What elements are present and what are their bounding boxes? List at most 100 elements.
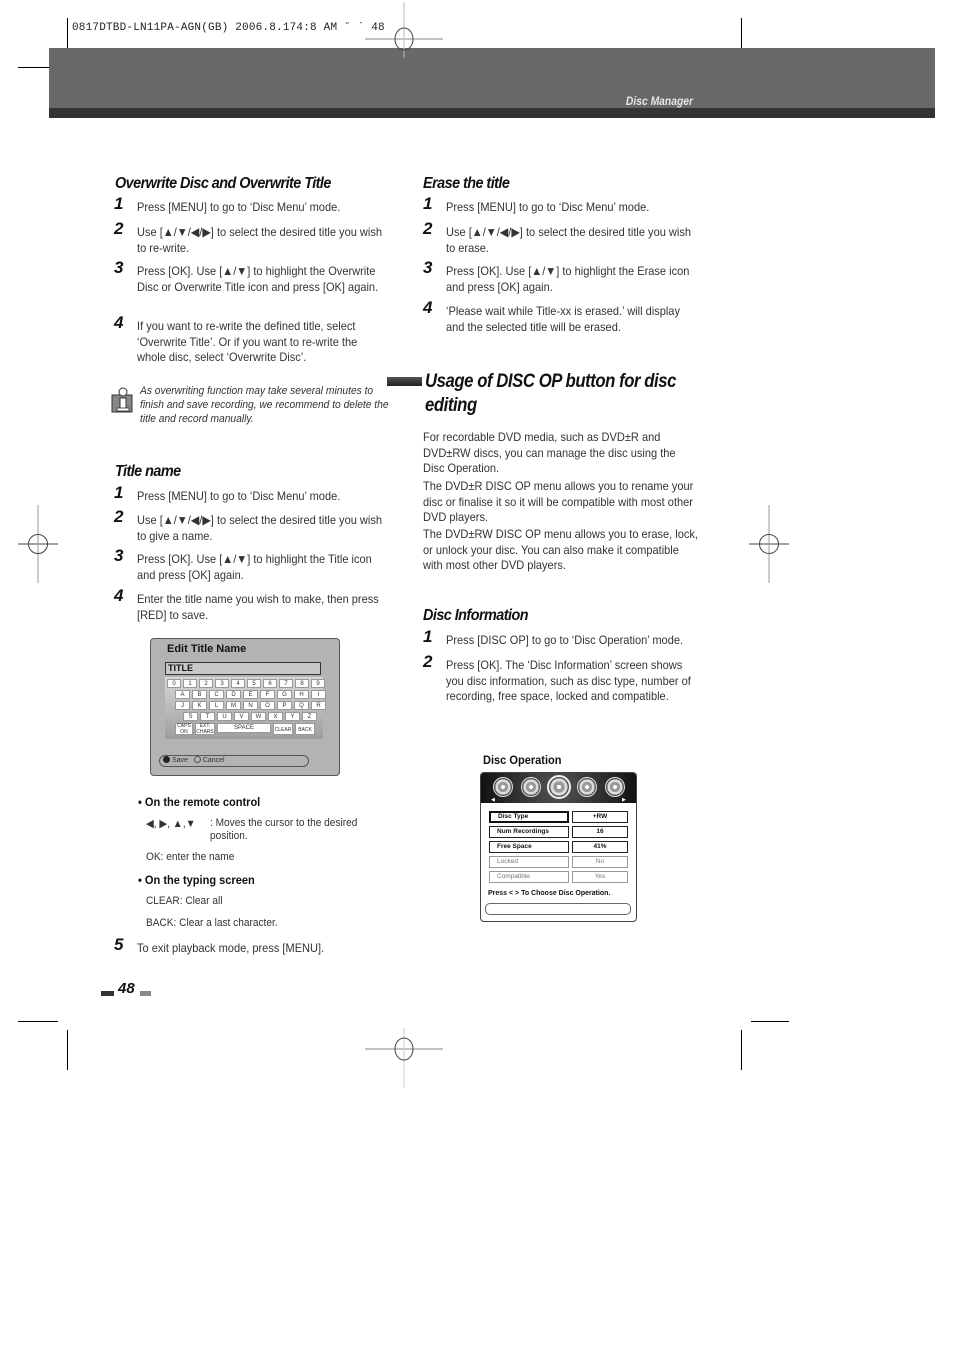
key-back[interactable]: BACK xyxy=(295,723,315,735)
edit-title-name-screen: Edit Title Name TITLE 0123456789 ABCDEFG… xyxy=(150,638,340,776)
screen-footer: Save Cancel xyxy=(159,755,309,767)
key-y[interactable]: Y xyxy=(285,712,300,721)
key-3[interactable]: 3 xyxy=(215,679,229,688)
key-g[interactable]: G xyxy=(277,690,292,699)
key-ext-chars[interactable]: EXT. CHARS xyxy=(195,723,215,735)
key-d[interactable]: D xyxy=(226,690,241,699)
paragraph: For recordable DVD media, such as DVD±R … xyxy=(423,430,713,477)
scroll-left-icon[interactable]: ◀ xyxy=(491,797,495,803)
key-w[interactable]: W xyxy=(251,712,266,721)
keyboard-row: CAPS ON EXT. CHARS SPACE CLEAR BACK xyxy=(175,723,315,735)
row-value: 41% xyxy=(572,841,628,853)
step-text: Press [MENU] to go to ‘Disc Menu’ mode. xyxy=(137,489,341,503)
disc-info-icon[interactable] xyxy=(547,775,571,799)
registration-mark-icon xyxy=(18,505,58,583)
typing-clear-desc: CLEAR: Clear all xyxy=(146,895,223,907)
disc-lock-icon[interactable] xyxy=(577,777,597,797)
key-o[interactable]: O xyxy=(260,701,275,710)
step-item: 1 Press [DISC OP] to go to ‘Disc Operatio… xyxy=(423,628,696,649)
key-j[interactable]: J xyxy=(175,701,190,710)
step-text: Enter the title name you wish to make, t… xyxy=(137,592,379,622)
step-item: 1 Press [MENU] to go to ‘Disc Menu’ mode. xyxy=(114,484,387,505)
key-u[interactable]: U xyxy=(217,712,232,721)
table-row: Compatible Yes xyxy=(489,871,629,883)
page-number-bar xyxy=(101,991,114,996)
key-h[interactable]: H xyxy=(294,690,309,699)
row-key: Locked xyxy=(489,856,569,868)
section-title: Disc Manager xyxy=(625,94,693,108)
key-a[interactable]: A xyxy=(175,690,190,699)
key-l[interactable]: L xyxy=(209,701,224,710)
step-text: Use [▲/▼/◀/▶] to select the desired titl… xyxy=(137,513,383,543)
key-i[interactable]: I xyxy=(311,690,326,699)
save-label[interactable]: Save xyxy=(172,757,188,764)
key-clear[interactable]: CLEAR xyxy=(273,723,293,735)
crop-mark xyxy=(18,1021,58,1022)
heading-bar xyxy=(387,377,422,386)
key-k[interactable]: K xyxy=(192,701,207,710)
key-s[interactable]: S xyxy=(183,712,198,721)
key-6[interactable]: 6 xyxy=(263,679,277,688)
disc-rename-icon[interactable] xyxy=(493,777,513,797)
step-item: 2 Press [OK]. The ‘Disc Information’ scre… xyxy=(423,653,696,705)
step-item: 3 Press [OK]. Use [▲/▼] to highlight the … xyxy=(114,259,387,295)
key-7[interactable]: 7 xyxy=(279,679,293,688)
key-2[interactable]: 2 xyxy=(199,679,213,688)
key-1[interactable]: 1 xyxy=(183,679,197,688)
key-0[interactable]: 0 xyxy=(167,679,181,688)
row-key: Num Recordings xyxy=(489,826,569,838)
step-number: 5 xyxy=(114,935,124,954)
step-number: 1 xyxy=(423,194,433,213)
key-b[interactable]: B xyxy=(192,690,207,699)
step-item: 2 Use [▲/▼/◀/▶] to select the desired tit… xyxy=(114,220,387,256)
print-slug: 0817DTBD-LN11PA-AGN(GB) 2006.8.174:8 AM … xyxy=(72,22,385,34)
keyboard-row: JKLMNOPQR xyxy=(175,701,326,710)
key-e[interactable]: E xyxy=(243,690,258,699)
keyboard-row: STUVWXYZ xyxy=(183,712,317,721)
step-item: 5 To exit playback mode, press [MENU]. xyxy=(114,936,387,957)
key-f[interactable]: F xyxy=(260,690,275,699)
step-item: 2 Use [▲/▼/◀/▶] to select the desired tit… xyxy=(423,220,696,256)
step-text: If you want to re-write the defined titl… xyxy=(137,319,358,364)
on-screen-keyboard: 0123456789 ABCDEFGHI JKLMNOPQR STUVWXYZ … xyxy=(165,677,326,739)
step-text: Press [MENU] to go to ‘Disc Menu’ mode. xyxy=(137,200,341,214)
step-item: 4 If you want to re-write the defined tit… xyxy=(114,314,387,366)
step-text: ‘Please wait while Title-xx is erased.’ … xyxy=(446,304,680,334)
screen-heading: Edit Title Name xyxy=(167,643,247,655)
disc-erase-icon[interactable] xyxy=(605,777,625,797)
title-input[interactable]: TITLE xyxy=(165,662,321,675)
cancel-label[interactable]: Cancel xyxy=(203,757,225,764)
key-r[interactable]: R xyxy=(311,701,326,710)
disc-finalise-icon[interactable] xyxy=(521,777,541,797)
key-caps[interactable]: CAPS ON xyxy=(175,723,193,735)
key-x[interactable]: X xyxy=(268,712,283,721)
step-text: Use [▲/▼/◀/▶] to select the desired titl… xyxy=(137,225,383,255)
paragraph-text: The DVD±RW DISC OP menu allows you to er… xyxy=(423,527,699,572)
disc-operation-screen: ◀ ▶ Disc Type +RW Num Recordings 16 Free S… xyxy=(480,772,637,922)
registration-mark-icon xyxy=(365,1028,443,1088)
key-n[interactable]: N xyxy=(243,701,258,710)
key-space[interactable]: SPACE xyxy=(217,723,271,733)
crop-mark xyxy=(751,1021,789,1022)
registration-mark-icon xyxy=(749,505,789,583)
remote-arrows-desc: : Moves the cursor to the desired positi… xyxy=(210,817,358,842)
key-v[interactable]: V xyxy=(234,712,249,721)
scroll-right-icon[interactable]: ▶ xyxy=(622,797,626,803)
key-8[interactable]: 8 xyxy=(295,679,309,688)
key-z[interactable]: Z xyxy=(302,712,317,721)
step-number: 3 xyxy=(114,258,124,277)
step-text: Use [▲/▼/◀/▶] to select the desired titl… xyxy=(446,225,692,255)
row-value: No xyxy=(572,856,628,868)
key-5[interactable]: 5 xyxy=(247,679,261,688)
section-heading-title-name: Title name xyxy=(115,463,181,480)
table-row: Locked No xyxy=(489,856,629,868)
key-q[interactable]: Q xyxy=(294,701,309,710)
key-c[interactable]: C xyxy=(209,690,224,699)
key-m[interactable]: M xyxy=(226,701,241,710)
keyboard-row: 0123456789 xyxy=(167,679,325,688)
key-t[interactable]: T xyxy=(200,712,215,721)
key-9[interactable]: 9 xyxy=(311,679,325,688)
step-text: Press [OK]. Use [▲/▼] to highlight the O… xyxy=(137,264,379,294)
key-p[interactable]: P xyxy=(277,701,292,710)
key-4[interactable]: 4 xyxy=(231,679,245,688)
